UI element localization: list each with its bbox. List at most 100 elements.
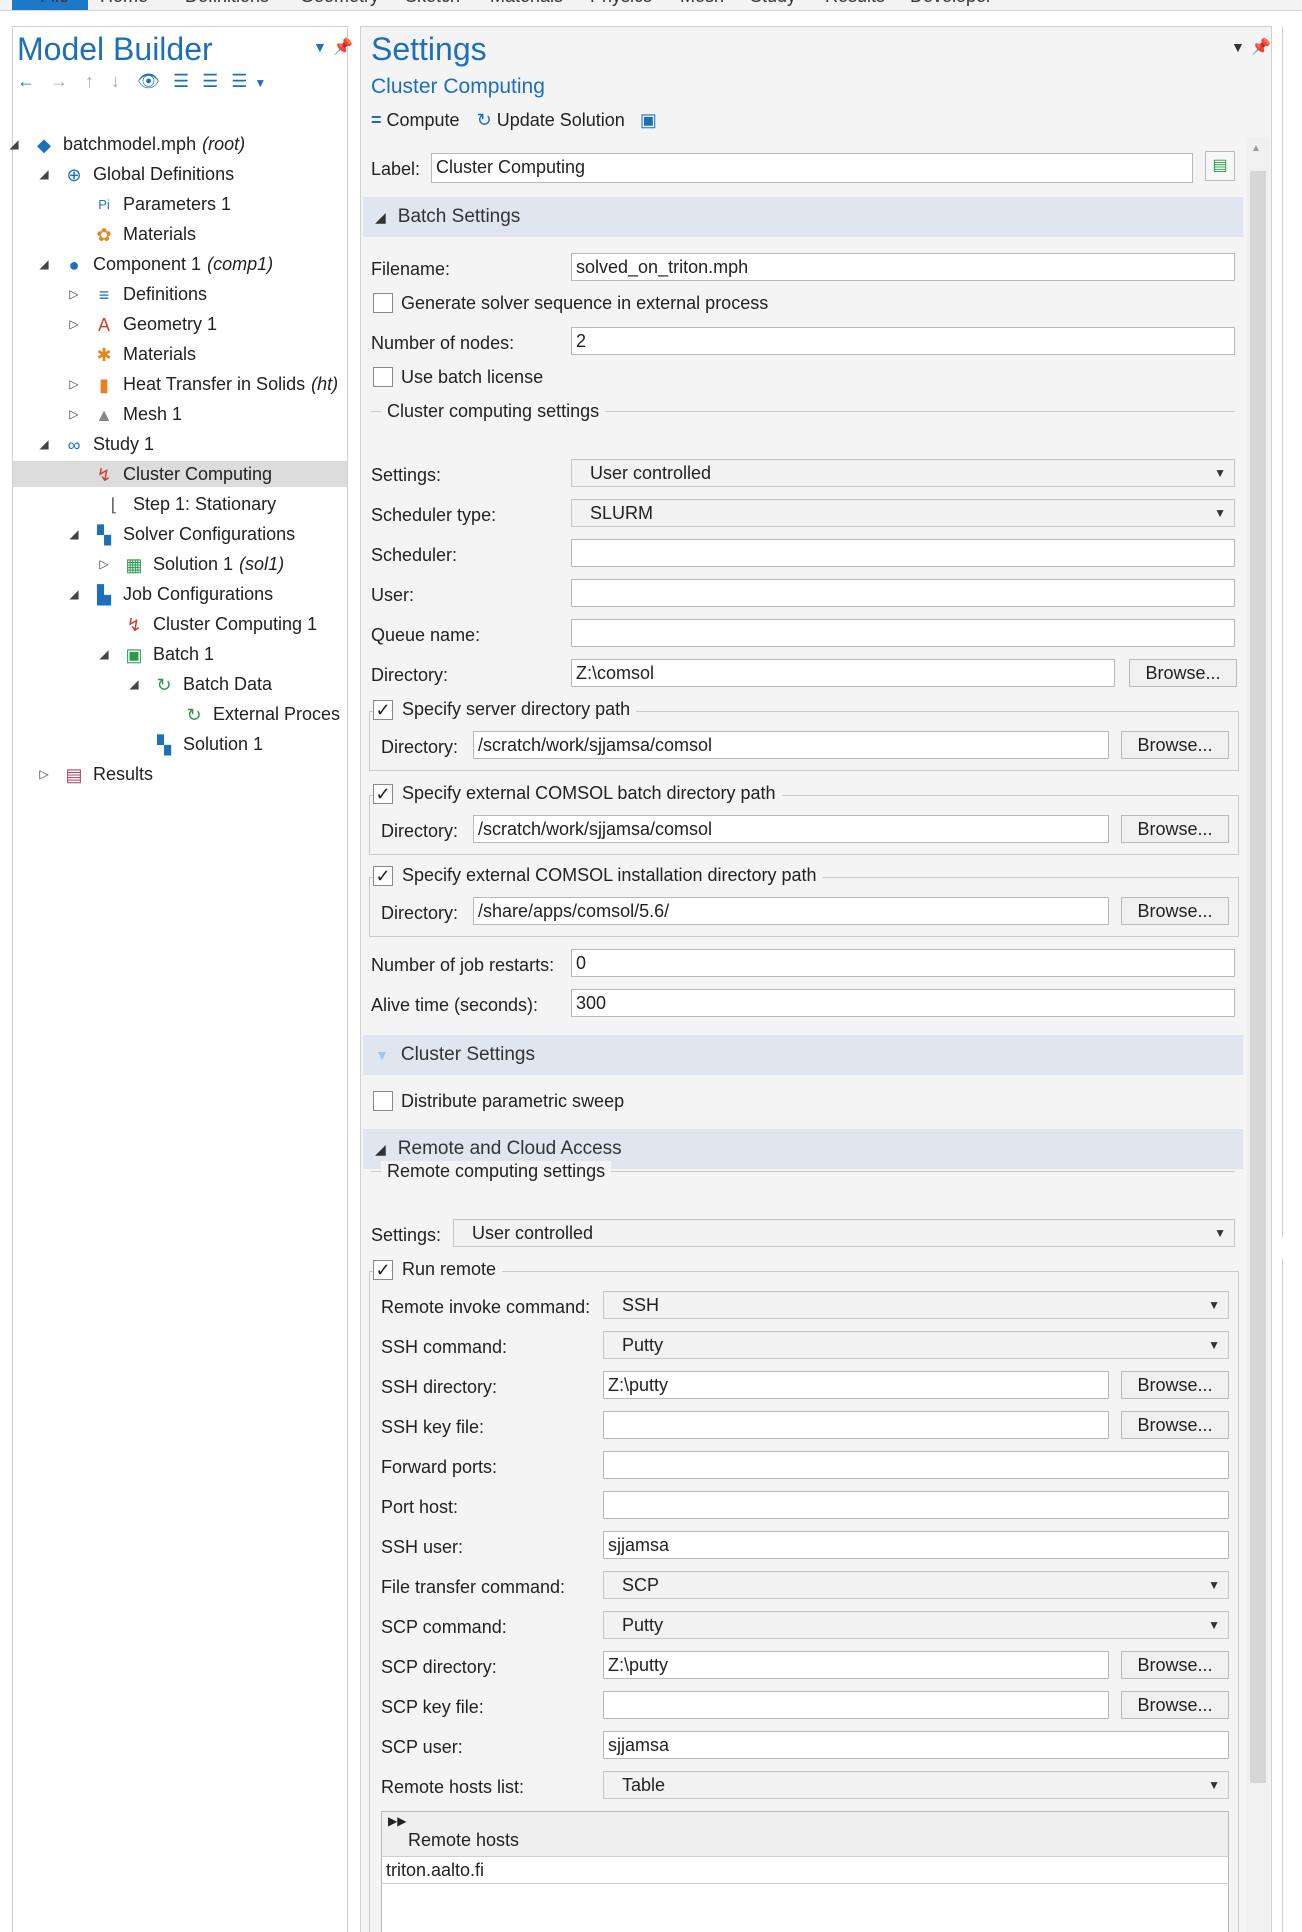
collapse-icon[interactable]: ◢ — [127, 677, 141, 691]
port-host-input[interactable] — [603, 1491, 1229, 1519]
file-transfer-select[interactable]: SCP ▼ — [603, 1571, 1229, 1599]
ribbon-tab[interactable]: Physics — [590, 0, 652, 7]
label-input[interactable]: Cluster Computing — [431, 153, 1193, 183]
study-node[interactable]: ∞ Study 1 — [63, 431, 343, 457]
ssh-directory-input[interactable]: Z:\putty — [603, 1371, 1109, 1399]
collapse-icon[interactable]: ◢ — [7, 137, 21, 151]
panel-menu-icon[interactable]: ▼ — [1231, 39, 1245, 55]
remote-hosts-list-select[interactable]: Table ▼ — [603, 1771, 1229, 1799]
show-icon[interactable]: 👁 — [137, 71, 160, 91]
nodes-input[interactable]: 2 — [571, 327, 1235, 355]
ribbon-tab[interactable]: Materials — [490, 0, 563, 7]
batch-license-checkbox[interactable] — [373, 367, 393, 387]
expand-icon[interactable]: ▷ — [97, 557, 111, 571]
alive-time-input[interactable]: 300 — [571, 989, 1235, 1017]
expand-icon[interactable]: ▷ — [67, 317, 81, 331]
results-node[interactable]: ▤ Results — [63, 761, 343, 787]
collapse-icon[interactable]: ◢ — [37, 257, 51, 271]
collapse-icon[interactable]: ◢ — [37, 437, 51, 451]
solver-configurations-node[interactable]: ▚ Solver Configurations — [93, 521, 343, 547]
forward-ports-input[interactable] — [603, 1451, 1229, 1479]
external-process-node[interactable]: ↻ External Proces — [183, 701, 343, 727]
save-icon[interactable]: ▣ — [640, 110, 657, 130]
component-materials-node[interactable]: ✱ Materials — [93, 341, 343, 367]
compute-button[interactable]: = Compute — [371, 110, 460, 130]
expand-icon[interactable]: ▷ — [67, 287, 81, 301]
component-node[interactable]: ● Component 1 (comp1) — [63, 251, 343, 277]
ribbon-tab[interactable]: Geometry — [300, 0, 379, 7]
forward-arrow-icon[interactable]: → — [50, 71, 68, 91]
table-row[interactable]: triton.aalto.fi — [382, 1856, 1228, 1884]
remote-settings-select[interactable]: User controlled ▼ — [453, 1219, 1235, 1247]
collapse-all-icon[interactable]: ☰ — [173, 71, 189, 91]
expand-all-icon[interactable]: ☰ — [202, 71, 218, 91]
ribbon-tab[interactable]: Definitions — [185, 0, 269, 7]
scp-directory-input[interactable]: Z:\putty — [603, 1651, 1109, 1679]
ribbon-tab[interactable]: Developer — [910, 0, 992, 7]
job-solution-node[interactable]: ▚ Solution 1 — [153, 731, 343, 757]
pin-icon[interactable]: 📌 — [1251, 37, 1271, 57]
scp-key-input[interactable] — [603, 1691, 1109, 1719]
scheduler-type-select[interactable]: SLURM ▼ — [571, 499, 1235, 527]
back-arrow-icon[interactable]: ← — [17, 71, 35, 91]
scrollbar-thumb[interactable] — [1250, 171, 1266, 1783]
scp-command-select[interactable]: Putty ▼ — [603, 1611, 1229, 1639]
ssh-command-select[interactable]: Putty ▼ — [603, 1331, 1229, 1359]
scrollbar-track[interactable]: ▲ — [1247, 137, 1269, 1932]
browse-button[interactable]: Browse... — [1129, 659, 1237, 687]
ribbon-tab[interactable]: File — [40, 0, 69, 7]
pin-icon[interactable]: 📌 — [333, 37, 353, 57]
user-input[interactable] — [571, 579, 1235, 607]
browse-button[interactable]: Browse... — [1121, 1411, 1229, 1439]
expand-icon[interactable]: ▷ — [67, 407, 81, 421]
batch-directory-checkbox[interactable]: ✓ — [373, 784, 393, 805]
ssh-key-input[interactable] — [603, 1411, 1109, 1439]
directory-input[interactable]: Z:\comsol — [571, 659, 1115, 687]
geometry-node[interactable]: A Geometry 1 — [93, 311, 343, 337]
remote-invoke-select[interactable]: SSH ▼ — [603, 1291, 1229, 1319]
stationary-step-node[interactable]: ⌊ Step 1: Stationary — [103, 491, 343, 517]
distribute-sweep-checkbox[interactable] — [373, 1091, 393, 1111]
install-directory-input[interactable]: /share/apps/comsol/5.6/ — [473, 897, 1109, 925]
list-view-icon[interactable]: ☰ — [231, 71, 247, 91]
ribbon-tab[interactable]: Sketch — [405, 0, 460, 7]
cluster-computing-node[interactable]: ↯ Cluster Computing — [13, 461, 347, 487]
root-node[interactable]: ◆ batchmodel.mph (root) — [33, 131, 343, 157]
global-definitions-node[interactable]: ⊕ Global Definitions — [63, 161, 343, 187]
job-configurations-node[interactable]: ▙ Job Configurations — [93, 581, 343, 607]
collapse-icon[interactable]: ◢ — [67, 587, 81, 601]
job-restarts-input[interactable]: 0 — [571, 949, 1235, 977]
ribbon-tab[interactable]: Study — [750, 0, 796, 7]
browse-button[interactable]: Browse... — [1121, 1371, 1229, 1399]
parameters-node[interactable]: Pi Parameters 1 — [93, 191, 343, 217]
down-arrow-icon[interactable]: ↓ — [111, 71, 120, 91]
browse-button[interactable]: Browse... — [1121, 1691, 1229, 1719]
chevron-down-icon[interactable]: ▼ — [254, 76, 266, 90]
server-directory-checkbox[interactable]: ✓ — [373, 700, 393, 721]
mesh-node[interactable]: ▲ Mesh 1 — [93, 401, 343, 427]
expand-icon[interactable]: ▷ — [67, 377, 81, 391]
panel-menu-icon[interactable]: ▼ — [313, 39, 327, 55]
browse-button[interactable]: Browse... — [1121, 731, 1229, 759]
update-solution-button[interactable]: ↻ Update Solution — [477, 110, 625, 130]
batch-settings-header[interactable]: ◢ Batch Settings — [363, 197, 1243, 237]
browse-button[interactable]: Browse... — [1121, 1651, 1229, 1679]
solution-node[interactable]: ▦ Solution 1 (sol1) — [123, 551, 343, 577]
run-remote-checkbox[interactable]: ✓ — [373, 1260, 393, 1281]
fast-forward-icon[interactable]: ▶▶ — [388, 1814, 406, 1828]
comment-icon[interactable]: ▤ — [1205, 151, 1235, 181]
cluster-settings-header[interactable]: ▼ Cluster Settings — [363, 1035, 1243, 1075]
filename-input[interactable]: solved_on_triton.mph — [571, 253, 1235, 281]
materials-node[interactable]: ✿ Materials — [93, 221, 343, 247]
browse-button[interactable]: Browse... — [1121, 897, 1229, 925]
queue-name-input[interactable] — [571, 619, 1235, 647]
up-arrow-icon[interactable]: ↑ — [85, 71, 94, 91]
generate-solver-checkbox[interactable] — [373, 293, 393, 313]
batch-data-node[interactable]: ↻ Batch Data — [153, 671, 343, 697]
settings-select[interactable]: User controlled ▼ — [571, 459, 1235, 487]
ribbon-tab[interactable]: Home — [100, 0, 148, 7]
batch-node[interactable]: ▣ Batch 1 — [123, 641, 343, 667]
browse-button[interactable]: Browse... — [1121, 815, 1229, 843]
definitions-node[interactable]: ≡ Definitions — [93, 281, 343, 307]
collapse-icon[interactable]: ◢ — [37, 167, 51, 181]
